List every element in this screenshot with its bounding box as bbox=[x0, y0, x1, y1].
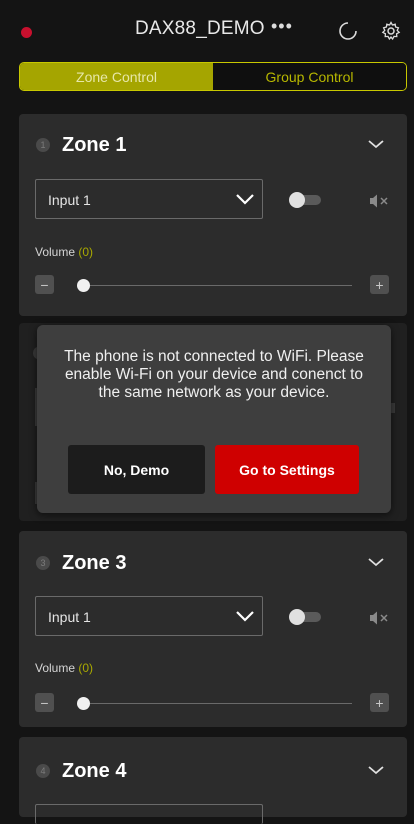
volume-slider-knob[interactable] bbox=[77, 697, 90, 710]
chevron-down-icon[interactable] bbox=[367, 764, 385, 776]
volume-label-text: Volume bbox=[35, 245, 76, 259]
input-select[interactable] bbox=[35, 804, 263, 824]
volume-up-button[interactable]: + bbox=[370, 693, 389, 712]
volume-value: (0) bbox=[78, 661, 94, 675]
mute-icon[interactable] bbox=[369, 193, 391, 209]
volume-value: (0) bbox=[78, 245, 94, 259]
gear-icon[interactable] bbox=[381, 21, 401, 41]
zone-number-badge: 4 bbox=[36, 764, 50, 778]
volume-up-button[interactable]: + bbox=[370, 275, 389, 294]
go-to-settings-button[interactable]: Go to Settings bbox=[215, 445, 359, 494]
dialog-message: The phone is not connected to WiFi. Plea… bbox=[64, 348, 364, 401]
refresh-icon[interactable] bbox=[338, 21, 358, 41]
chevron-down-icon[interactable] bbox=[367, 138, 385, 150]
volume-label: Volume (0) bbox=[35, 245, 93, 259]
mute-icon[interactable] bbox=[369, 610, 391, 626]
zone-number-badge: 3 bbox=[36, 556, 50, 570]
zone-title: Zone 4 bbox=[62, 760, 127, 782]
zone-power-toggle[interactable] bbox=[289, 609, 321, 625]
zone-card-4: 4 Zone 4 bbox=[19, 737, 407, 824]
tab-zone-control[interactable]: Zone Control bbox=[20, 63, 213, 90]
volume-slider-track[interactable] bbox=[89, 703, 352, 704]
input-select[interactable]: Input 1 bbox=[35, 596, 263, 636]
connection-status-dot bbox=[21, 27, 32, 38]
wifi-warning-dialog: The phone is not connected to WiFi. Plea… bbox=[37, 325, 391, 513]
volume-label: Volume (0) bbox=[35, 661, 93, 675]
input-select-value: Input 1 bbox=[48, 609, 91, 625]
volume-slider-knob[interactable] bbox=[77, 279, 90, 292]
zone-number-badge: 1 bbox=[36, 138, 50, 152]
zone-card-1: 1 Zone 1 Input 1 Volume (0) − + bbox=[19, 114, 407, 316]
volume-label-text: Volume bbox=[35, 661, 76, 675]
volume-down-button[interactable]: − bbox=[35, 693, 54, 712]
input-select-value: Input 1 bbox=[48, 192, 91, 208]
zone-title: Zone 1 bbox=[62, 134, 127, 156]
control-mode-tabs: Zone Control Group Control bbox=[19, 62, 407, 91]
input-select[interactable]: Input 1 bbox=[35, 179, 263, 219]
chevron-down-icon bbox=[236, 611, 254, 622]
volume-slider-track[interactable] bbox=[89, 285, 352, 286]
app-header: DAX88_DEMO ••• bbox=[0, 0, 414, 58]
no-demo-button[interactable]: No, Demo bbox=[68, 445, 205, 494]
toggle-knob bbox=[289, 192, 305, 208]
tab-group-control[interactable]: Group Control bbox=[213, 63, 406, 90]
device-title[interactable]: DAX88_DEMO bbox=[135, 18, 265, 40]
toggle-knob bbox=[289, 609, 305, 625]
chevron-down-icon[interactable] bbox=[367, 556, 385, 568]
zone-title: Zone 3 bbox=[62, 552, 127, 574]
volume-down-button[interactable]: − bbox=[35, 275, 54, 294]
chevron-down-icon bbox=[236, 194, 254, 205]
zone-card-3: 3 Zone 3 Input 1 Volume (0) − + bbox=[19, 531, 407, 727]
more-icon[interactable]: ••• bbox=[271, 16, 293, 37]
zone-power-toggle[interactable] bbox=[289, 192, 321, 208]
